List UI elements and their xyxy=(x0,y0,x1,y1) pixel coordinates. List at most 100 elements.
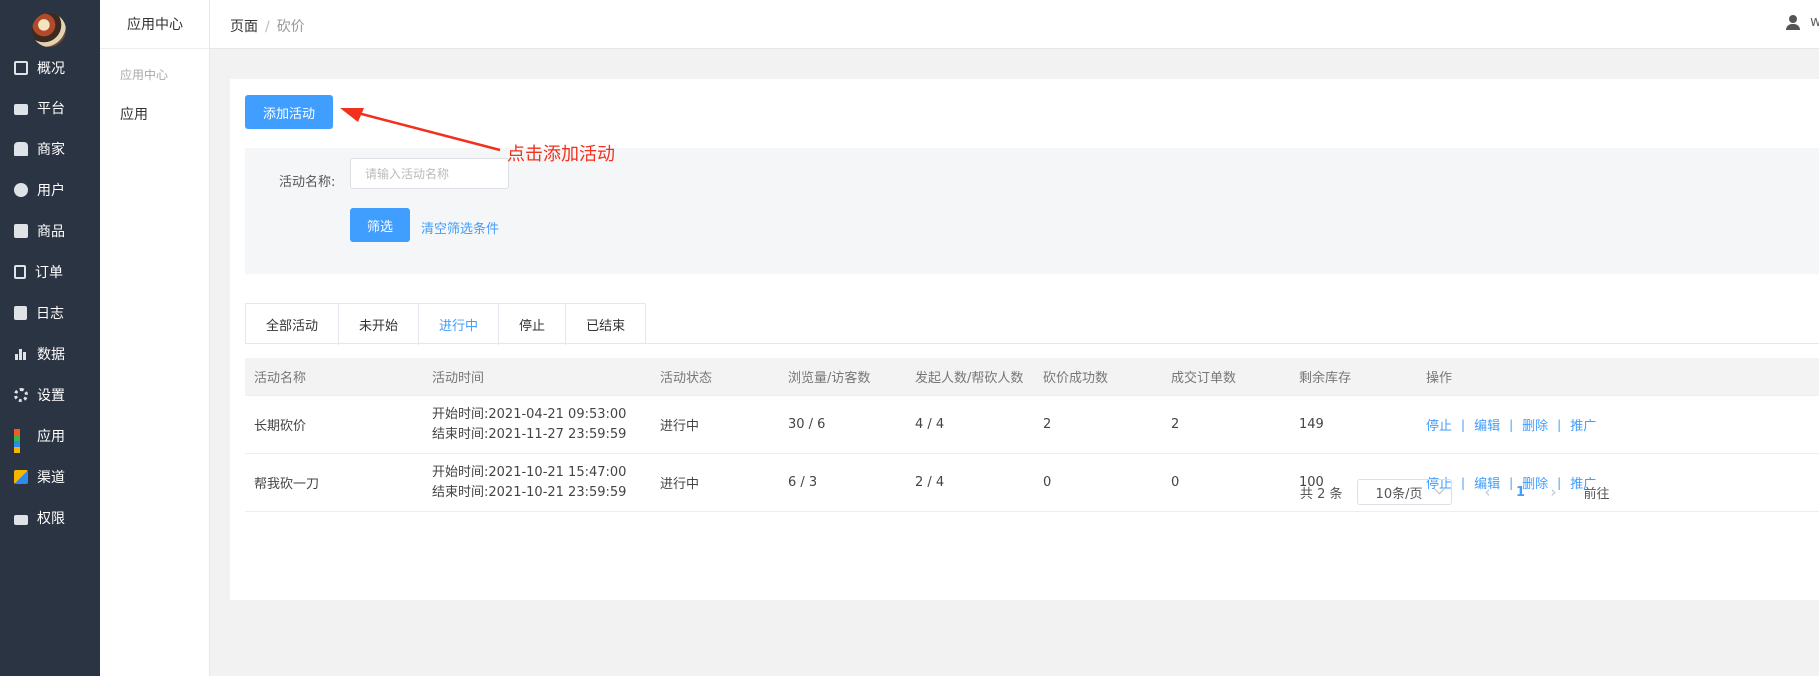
start-time: 开始时间:2021-04-21 09:53:00 xyxy=(432,406,627,422)
bar-chart-icon xyxy=(14,347,28,361)
activity-status: 进行中 xyxy=(660,477,700,492)
nav-item-platform[interactable]: 平台 xyxy=(0,96,100,120)
chevron-down-icon xyxy=(1434,484,1444,495)
main-card: 添加活动 活动名称: 筛选 清空筛选条件 全部活动 未开始 进行中 停止 已结束… xyxy=(230,79,1819,600)
remaining-stock: 149 xyxy=(1299,417,1324,432)
apps-icon xyxy=(14,429,28,453)
column-header: 砍价成功数 xyxy=(1043,371,1109,386)
gear-icon xyxy=(14,388,28,402)
activity-time: 开始时间:2021-04-21 09:53:00 结束时间:2021-11-27… xyxy=(423,405,651,445)
activity-name: 帮我砍一刀 xyxy=(254,477,320,492)
nav-item-data[interactable]: 数据 xyxy=(0,342,100,366)
nav-item-merchant[interactable]: 商家 xyxy=(0,137,100,161)
end-time: 结束时间:2021-11-27 23:59:59 xyxy=(432,426,627,442)
user-icon xyxy=(1786,15,1800,30)
end-time: 结束时间:2021-10-21 23:59:59 xyxy=(432,484,627,500)
activity-name-input[interactable] xyxy=(350,158,509,189)
monitor-icon xyxy=(14,103,28,115)
table-header: 活动名称 活动时间 活动状态 浏览量/访客数 发起人数/帮砍人数 砍价成功数 成… xyxy=(245,358,1819,396)
prev-page-button[interactable]: ‹ xyxy=(1472,479,1504,505)
column-header: 成交订单数 xyxy=(1171,371,1237,386)
nav-item-users[interactable]: 用户 xyxy=(0,178,100,202)
nav-item-permissions[interactable]: 权限 xyxy=(0,506,100,530)
store-icon xyxy=(14,142,28,156)
next-page-button[interactable]: › xyxy=(1538,479,1570,505)
tab-ended[interactable]: 已结束 xyxy=(566,304,646,345)
breadcrumb-separator: / xyxy=(265,19,270,35)
stop-link[interactable]: 停止 xyxy=(1426,415,1452,434)
nav-item-label: 应用 xyxy=(37,429,65,445)
clear-filter-link[interactable]: 清空筛选条件 xyxy=(421,218,499,237)
tab-in-progress[interactable]: 进行中 xyxy=(419,304,500,345)
activity-time: 开始时间:2021-10-21 15:47:00 结束时间:2021-10-21… xyxy=(423,463,651,503)
column-header: 浏览量/访客数 xyxy=(788,371,871,386)
annotation-arrow xyxy=(340,108,501,152)
breadcrumb-home[interactable]: 页面 xyxy=(230,19,258,35)
user-icon xyxy=(14,183,28,197)
total-count: 共 2 条 xyxy=(1300,486,1343,502)
nav-item-label: 数据 xyxy=(37,347,65,363)
nav-item-label: 渠道 xyxy=(37,470,65,486)
tabs-divider xyxy=(245,343,1819,344)
edit-link[interactable]: 编辑 xyxy=(1474,415,1500,434)
nav-item-label: 日志 xyxy=(36,306,64,322)
nav-item-orders[interactable]: 订单 xyxy=(0,260,100,284)
annotation-text: 点击添加活动 xyxy=(507,144,615,165)
book-icon xyxy=(14,306,27,320)
nav-item-label: 平台 xyxy=(37,101,65,117)
page-number[interactable]: 1 xyxy=(1504,485,1538,500)
subnav-group-label: 应用中心 xyxy=(120,68,169,82)
nav-item-label: 用户 xyxy=(37,183,65,199)
cube-icon xyxy=(14,470,28,484)
filter-panel: 活动名称: 筛选 清空筛选条件 xyxy=(245,148,1819,274)
tab-not-started[interactable]: 未开始 xyxy=(339,304,420,345)
column-header: 剩余库存 xyxy=(1299,371,1352,386)
success-count: 0 xyxy=(1043,475,1052,490)
page-size-value: 10条/页 xyxy=(1375,486,1423,502)
promote-link[interactable]: 推广 xyxy=(1570,415,1596,434)
subnav-item-apps[interactable]: 应用 xyxy=(120,104,148,124)
table-row: 长期砍价 开始时间:2021-04-21 09:53:00 结束时间:2021-… xyxy=(245,396,1819,454)
main-sidebar: 概况 平台 商家 用户 商品 订单 日志 数据 设置 应用 渠道 权限 xyxy=(0,0,100,676)
nav-item-overview[interactable]: 概况 xyxy=(0,56,100,80)
column-header: 活动状态 xyxy=(660,371,713,386)
user-menu[interactable]: w xyxy=(1786,14,1819,30)
top-bar: 页面 / 砍价 w xyxy=(210,0,1819,49)
initiators-helpers: 4 / 4 xyxy=(915,417,945,432)
nav-item-label: 设置 xyxy=(37,388,65,404)
nav-item-label: 商品 xyxy=(37,224,65,240)
activity-name-label: 活动名称: xyxy=(279,175,336,190)
column-header: 活动名称 xyxy=(254,371,307,386)
nav-item-logs[interactable]: 日志 xyxy=(0,301,100,325)
goto-label: 前往 xyxy=(1583,486,1610,502)
clipboard-icon xyxy=(14,265,26,279)
activity-name: 长期砍价 xyxy=(254,419,307,434)
tab-all[interactable]: 全部活动 xyxy=(246,304,340,345)
filter-button[interactable]: 筛选 xyxy=(350,208,410,242)
nav-item-goods[interactable]: 商品 xyxy=(0,219,100,243)
initiators-helpers: 2 / 4 xyxy=(915,475,945,490)
nav-item-channels[interactable]: 渠道 xyxy=(0,465,100,489)
nav-item-settings[interactable]: 设置 xyxy=(0,383,100,407)
column-header: 活动时间 xyxy=(432,371,485,386)
views-visitors: 6 / 3 xyxy=(788,475,818,490)
page-size-select[interactable]: 10条/页 xyxy=(1356,479,1452,505)
add-activity-button[interactable]: 添加活动 xyxy=(245,95,333,129)
status-tabs: 全部活动 未开始 进行中 停止 已结束 xyxy=(245,303,647,345)
app-logo[interactable] xyxy=(32,13,66,47)
column-header: 发起人数/帮砍人数 xyxy=(915,371,1024,386)
nav-item-apps[interactable]: 应用 xyxy=(0,424,100,453)
lock-icon xyxy=(14,515,28,525)
start-time: 开始时间:2021-10-21 15:47:00 xyxy=(432,464,627,480)
nav-item-label: 权限 xyxy=(37,511,65,527)
tab-stopped[interactable]: 停止 xyxy=(499,304,567,345)
dashboard-icon xyxy=(14,61,28,75)
action-separator: | xyxy=(1509,417,1514,432)
views-visitors: 30 / 6 xyxy=(788,417,826,432)
success-count: 2 xyxy=(1043,417,1052,432)
user-name: w xyxy=(1810,14,1819,30)
delete-link[interactable]: 删除 xyxy=(1522,415,1548,434)
pagination: 共 2 条 10条/页 ‹ 1 › 前往 xyxy=(1300,479,1610,505)
nav-item-label: 商家 xyxy=(37,142,65,158)
order-count: 0 xyxy=(1171,475,1180,490)
